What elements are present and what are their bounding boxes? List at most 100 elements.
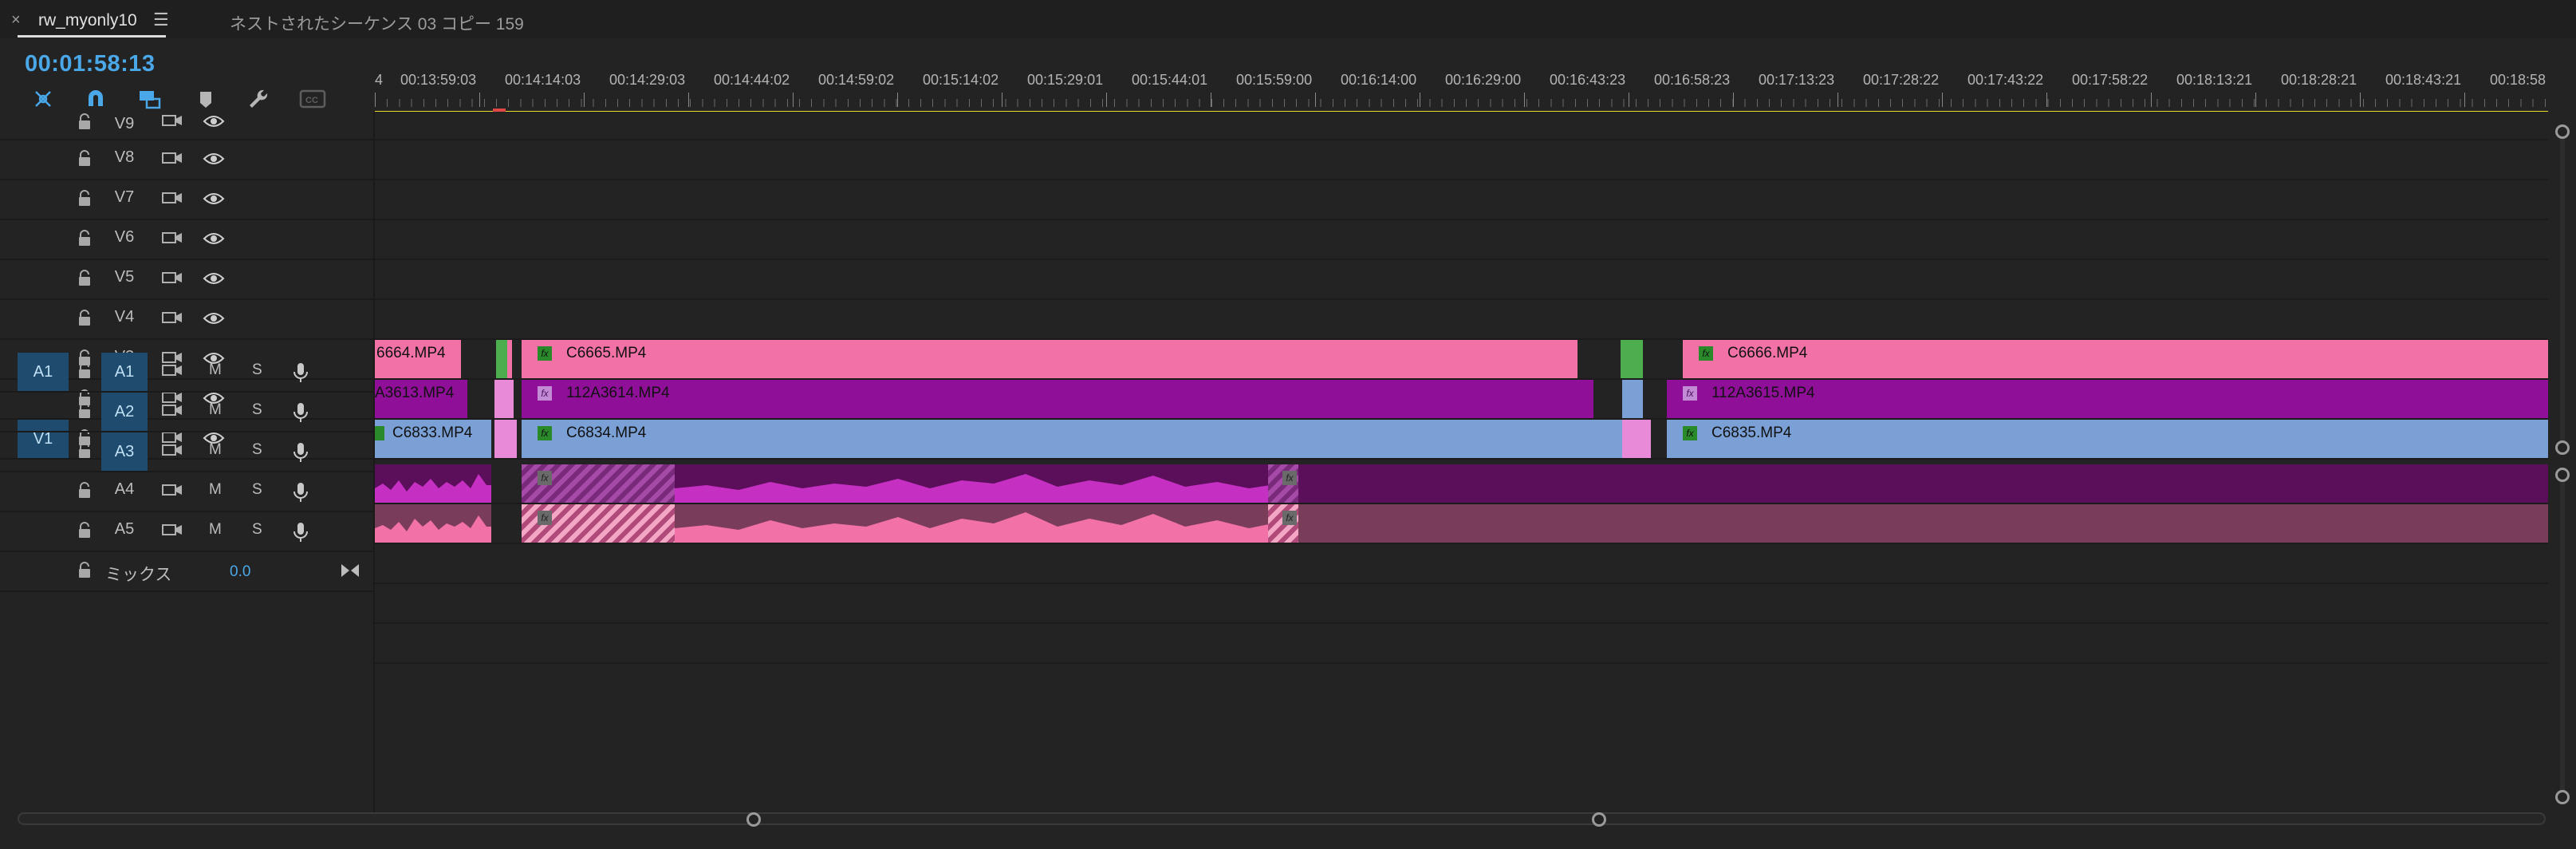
lock-icon[interactable] [77,310,93,327]
track-name[interactable]: V9 [107,115,142,133]
lane-a2[interactable]: fx fx [375,504,2548,544]
mute-button[interactable]: M [209,401,222,419]
eye-icon[interactable] [203,150,225,168]
fx-badge[interactable]: fx [538,346,552,361]
track-name[interactable]: V7 [107,188,142,207]
solo-button[interactable]: S [252,361,262,379]
toggle-sync-icon[interactable] [161,190,183,207]
lane-v9[interactable] [375,112,2548,140]
lane-v2[interactable]: A3613.MP4 fx 112A3614.MP4 fx 112A3615.MP… [375,380,2548,420]
fx-badge[interactable]: fx [1699,346,1713,361]
fx-badge[interactable]: fx [1683,386,1697,401]
scroll-handle-bottom[interactable] [2555,790,2570,804]
snap-icon[interactable] [29,85,57,113]
menu-icon[interactable]: ☰ [153,10,169,30]
lane-a5[interactable] [375,624,2548,664]
clip-v1-short[interactable] [494,420,517,458]
toggle-sync-icon[interactable] [161,362,183,380]
track-name[interactable]: A1 [101,353,148,391]
lock-icon[interactable] [77,113,93,131]
fx-badge[interactable]: fx [538,426,552,440]
source-patch-audio[interactable]: A1 [18,353,69,391]
clip-v2-short[interactable] [1622,380,1643,418]
fx-badge[interactable]: fx [538,471,552,485]
clip-v1-1[interactable]: C6833.MP4 [375,420,491,458]
eye-icon[interactable] [203,113,225,129]
close-icon[interactable]: × [11,11,21,30]
lock-icon[interactable] [77,402,93,420]
timeline-tab[interactable]: × rw_myonly10 ☰ [0,0,179,38]
mix-volume-value[interactable]: 0.0 [230,563,250,581]
lane-a4[interactable] [375,584,2548,624]
clip-v3-short[interactable] [496,340,512,378]
lock-icon[interactable] [77,562,93,579]
timeline-tracks[interactable]: 6664.MP4 fx C6665.MP4 fx C6666.MP4 A3613… [375,112,2548,702]
scroll-handle-top[interactable] [2555,468,2570,482]
mic-icon[interactable] [292,402,309,423]
mute-button[interactable]: M [209,361,222,379]
mix-rolloff-icon[interactable] [340,562,360,579]
fx-badge[interactable]: fx [1282,471,1297,485]
audio-clip-a2[interactable]: fx [1268,504,2548,543]
clip-v3-1[interactable]: 6664.MP4 [375,340,461,378]
clip-v3-short[interactable] [1621,340,1643,378]
tab-title[interactable]: rw_myonly10 [38,11,137,30]
zoom-handle-left[interactable] [746,812,761,827]
lane-mix[interactable] [375,664,2548,702]
lock-icon[interactable] [77,482,93,500]
solo-button[interactable]: S [252,441,262,459]
marker-icon[interactable] [191,85,220,113]
track-name[interactable]: V4 [107,308,142,326]
lock-icon[interactable] [77,150,93,168]
clip-v1-short[interactable] [1622,420,1651,458]
audio-clip-a1[interactable]: fx [1268,464,2548,503]
zoom-handle-right[interactable] [1592,812,1606,827]
toggle-sync-icon[interactable] [161,310,183,327]
mic-icon[interactable] [292,522,309,543]
solo-button[interactable]: S [252,481,262,499]
track-name[interactable]: V6 [107,228,142,247]
fx-badge[interactable]: fx [538,386,552,401]
toggle-sync-icon[interactable] [161,442,183,460]
eye-icon[interactable] [203,310,225,327]
fx-badge[interactable]: fx [1282,511,1297,525]
wrench-icon[interactable] [244,85,273,113]
lane-v1[interactable]: C6833.MP4 fx C6834.MP4 fx C6835.MP4 [375,420,2548,460]
toggle-sync-icon[interactable] [161,402,183,420]
horizontal-zoom-scrollbar[interactable] [18,812,2546,825]
clip-v2-short[interactable] [494,380,514,418]
clip-v2-3[interactable]: fx 112A3615.MP4 [1667,380,2548,418]
fx-badge[interactable] [375,426,384,440]
clip-v3-3[interactable]: fx C6666.MP4 [1683,340,2548,378]
lane-v7[interactable] [375,180,2548,220]
lock-icon[interactable] [77,362,93,380]
toggle-sync-icon[interactable] [161,230,183,247]
mic-icon[interactable] [292,442,309,463]
scroll-handle-top[interactable] [2555,124,2570,139]
mic-icon[interactable] [292,362,309,383]
eye-icon[interactable] [203,270,225,287]
mic-icon[interactable] [292,482,309,503]
toggle-sync-icon[interactable] [161,113,183,129]
clip-v1-3[interactable]: fx C6835.MP4 [1667,420,2548,458]
clip-v2-2[interactable]: fx 112A3614.MP4 [522,380,1593,418]
time-ruler[interactable]: 4 00:13:59:03 00:14:14:03 00:14:29:03 00… [375,67,2548,115]
eye-icon[interactable] [203,230,225,247]
playhead-timecode[interactable]: 00:01:58:13 [25,51,156,77]
track-name[interactable]: V8 [107,148,142,167]
sequence-tab[interactable]: ネストされたシーケンス 03 コピー 159 [230,11,524,35]
fx-badge[interactable]: fx [1683,426,1697,440]
lane-a1[interactable]: fx fx [375,464,2548,504]
lane-v4[interactable] [375,300,2548,340]
toggle-sync-icon[interactable] [161,270,183,287]
audio-clip-a1[interactable]: fx [522,464,1383,503]
toggle-sync-icon[interactable] [161,482,183,500]
scroll-handle-bottom[interactable] [2555,440,2570,455]
lane-v3[interactable]: 6664.MP4 fx C6665.MP4 fx C6666.MP4 [375,340,2548,380]
lock-icon[interactable] [77,442,93,460]
magnet-icon[interactable] [81,85,110,113]
audio-clip-a1[interactable] [375,464,491,503]
lane-v8[interactable] [375,140,2548,180]
audio-vertical-scrollbar[interactable] [2560,476,2565,793]
video-vertical-scrollbar[interactable] [2560,132,2565,447]
